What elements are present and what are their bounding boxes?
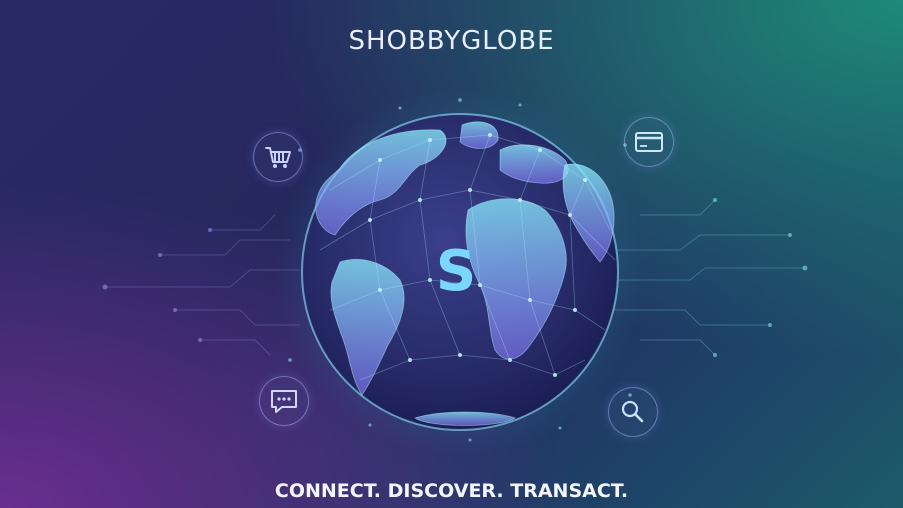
chat-bubble-badge[interactable] (259, 376, 309, 426)
shopping-cart-badge[interactable] (253, 132, 303, 182)
globe-illustration: S (102, 87, 808, 457)
credit-card-badge[interactable] (624, 117, 674, 167)
circuit-lines-left (105, 214, 300, 356)
credit-card-icon (635, 132, 663, 152)
brand-tagline: CONNECT. DISCOVER. TRANSACT. (274, 480, 629, 502)
chat-bubble-icon (271, 390, 297, 413)
search-icon (621, 400, 644, 423)
search-badge[interactable] (608, 387, 658, 437)
brand-monogram: S (436, 239, 476, 304)
shopping-cart-icon (265, 147, 291, 168)
